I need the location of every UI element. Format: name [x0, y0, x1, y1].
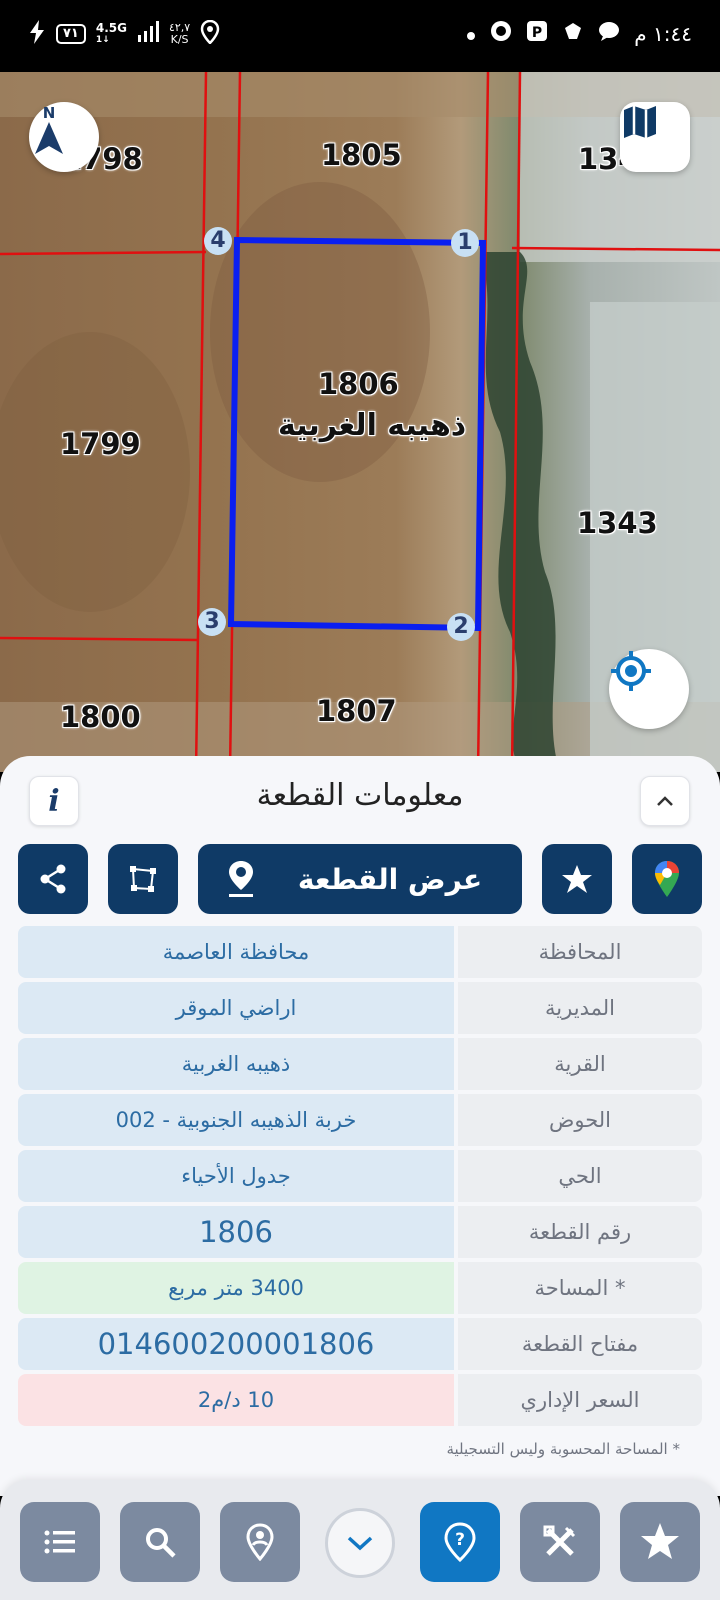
plot-info-sheet: i معلومات القطعة عرض القطعة محافظة العاص… [0, 756, 720, 1496]
table-row: اراضي الموقر المديرية [18, 982, 702, 1034]
sheet-header: i معلومات القطعة [0, 756, 720, 836]
governorate-value: محافظة العاصمة [18, 926, 454, 978]
polygon-select-icon [130, 866, 156, 892]
nav-help-button[interactable]: ? [420, 1502, 500, 1582]
table-row: 1806 رقم القطعة [18, 1206, 702, 1258]
area-value: 3400 متر مربع [18, 1262, 454, 1314]
svg-text:P: P [532, 25, 542, 41]
plot-label-1806[interactable]: 1806 [318, 367, 399, 401]
nav-list-button[interactable] [20, 1502, 100, 1582]
village-value: ذهيبه الغربية [18, 1038, 454, 1090]
measure-area-button[interactable] [108, 844, 178, 914]
neighborhood-value: جدول الأحياء [18, 1150, 454, 1202]
network-type: 4.5G 1↓ [95, 21, 127, 45]
location-pin-icon [200, 19, 220, 48]
table-row: محافظة العاصمة المحافظة [18, 926, 702, 978]
plot-name-label: ذهيبه الغربية [278, 408, 467, 443]
crosshair-icon [611, 651, 651, 691]
search-icon [146, 1528, 176, 1558]
table-row: 014600200001806 مفتاح القطعة [18, 1318, 702, 1370]
directorate-label: المديرية [458, 982, 702, 1034]
corner-marker-1[interactable]: 1 [451, 229, 479, 257]
svg-text:?: ? [455, 1530, 465, 1550]
favorite-button[interactable] [542, 844, 612, 914]
clock-time: ١:٤٤ م [634, 21, 692, 46]
table-row: 10 د/م2 السعر الإداري [18, 1374, 702, 1426]
star-icon [562, 865, 592, 893]
info-button[interactable]: i [29, 776, 79, 826]
nav-location-button[interactable] [220, 1502, 300, 1582]
chat-icon [598, 20, 620, 47]
list-icon [44, 1530, 75, 1554]
compass-button[interactable]: N [29, 102, 99, 172]
google-maps-icon [655, 861, 679, 897]
nav-expand-button[interactable] [325, 1508, 395, 1578]
star-icon [641, 1523, 679, 1559]
plot-label-1805[interactable]: 1805 [321, 138, 402, 172]
plot-key-label: مفتاح القطعة [458, 1318, 702, 1370]
svg-text:N: N [43, 104, 56, 122]
area-label: المساحة * [458, 1262, 702, 1314]
plot-label-1799[interactable]: 1799 [60, 427, 141, 461]
app-notification-icon [490, 20, 512, 47]
parking-icon: P [526, 20, 548, 47]
collapse-button[interactable] [640, 776, 690, 826]
corner-marker-4[interactable]: 4 [204, 227, 232, 255]
basin-value: خربة الذهيبه الجنوبية - 002 [18, 1094, 454, 1146]
governorate-label: المحافظة [458, 926, 702, 978]
help-pin-icon: ? [444, 1522, 476, 1562]
signal-icon [137, 21, 159, 47]
map-layers-button[interactable] [620, 102, 690, 172]
location-pin-icon [228, 861, 253, 897]
table-row: خربة الذهيبه الجنوبية - 002 الحوض [18, 1094, 702, 1146]
neighborhood-label: الحي [458, 1150, 702, 1202]
basin-label: الحوض [458, 1094, 702, 1146]
chevron-down-icon [347, 1536, 373, 1551]
plot-label-1343[interactable]: 1343 [577, 506, 658, 540]
plot-key-value: 014600200001806 [18, 1318, 454, 1370]
info-icon: i [48, 783, 60, 819]
battery-indicator: ٧١ [56, 24, 86, 44]
bottom-navigation: ? [0, 1480, 720, 1600]
plot-label-1800[interactable]: 1800 [60, 700, 141, 734]
vpn-icon [562, 20, 584, 47]
corner-marker-3[interactable]: 3 [198, 608, 226, 636]
network-speed: ٤٢,٧ K/S [168, 21, 191, 46]
tools-icon [543, 1525, 576, 1556]
plot-number-value: 1806 [18, 1206, 454, 1258]
table-row: جدول الأحياء الحي [18, 1150, 702, 1202]
action-row: عرض القطعة [0, 844, 720, 914]
table-row: 3400 متر مربع المساحة * [18, 1262, 702, 1314]
table-row: ذهيبه الغربية القرية [18, 1038, 702, 1090]
nav-tools-button[interactable] [520, 1502, 600, 1582]
show-plot-button[interactable]: عرض القطعة [198, 844, 522, 914]
admin-price-label: السعر الإداري [458, 1374, 702, 1426]
person-pin-icon [246, 1523, 274, 1561]
area-footnote: * المساحة المحسوبة وليس التسجيلية [446, 1440, 680, 1458]
share-icon [40, 864, 66, 894]
status-bar: ٧١ 4.5G 1↓ ٤٢,٧ K/S P ١:٤٤ م [0, 0, 720, 72]
nav-favorites-button[interactable] [620, 1502, 700, 1582]
map-icon [624, 106, 656, 138]
compass-icon: N [35, 104, 63, 154]
satellite-map[interactable]: 1798 1805 1342 1806 ذهيبه الغربية 1799 1… [0, 72, 720, 772]
my-location-button[interactable] [609, 649, 689, 729]
chevron-up-icon [657, 796, 673, 806]
show-plot-label: عرض القطعة [297, 862, 483, 896]
village-label: القرية [458, 1038, 702, 1090]
corner-marker-2[interactable]: 2 [447, 613, 475, 641]
nav-search-button[interactable] [120, 1502, 200, 1582]
share-button[interactable] [18, 844, 88, 914]
plot-label-1807[interactable]: 1807 [316, 694, 397, 728]
plot-number-label: رقم القطعة [458, 1206, 702, 1258]
sheet-title: معلومات القطعة [256, 778, 464, 813]
charging-icon [28, 20, 46, 48]
directorate-value: اراضي الموقر [18, 982, 454, 1034]
dot-icon [466, 22, 476, 46]
admin-price-value: 10 د/م2 [18, 1374, 454, 1426]
google-maps-button[interactable] [632, 844, 702, 914]
